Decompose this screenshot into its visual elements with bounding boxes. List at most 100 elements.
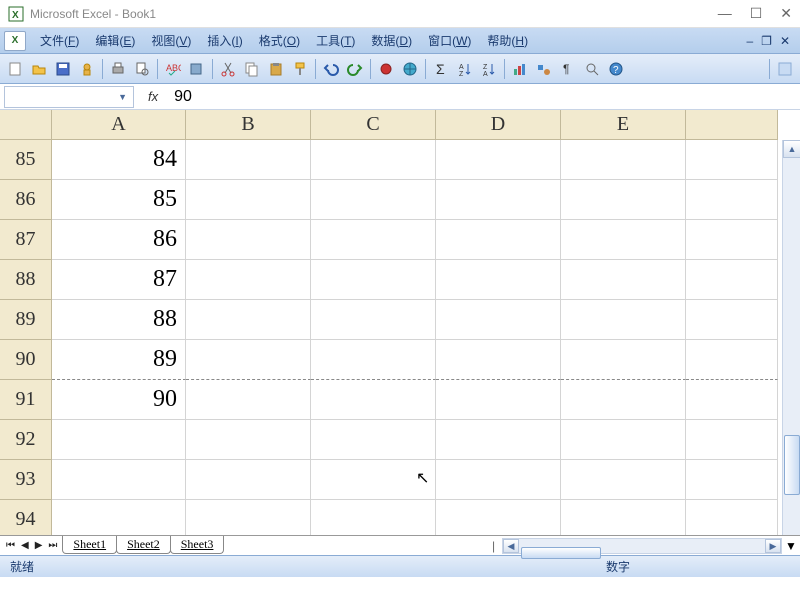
cell[interactable] [52, 420, 186, 460]
cell[interactable] [436, 140, 561, 180]
menu-help[interactable]: 帮助(H) [479, 29, 536, 52]
undo-icon[interactable] [320, 58, 342, 80]
doc-restore-button[interactable]: ❐ [761, 34, 772, 48]
cell[interactable] [311, 460, 436, 500]
name-box[interactable]: ▼ [4, 86, 134, 108]
formula-input[interactable]: 90 [168, 88, 800, 106]
minimize-button[interactable]: — [718, 5, 732, 22]
cell[interactable] [186, 140, 311, 180]
ink-icon[interactable] [375, 58, 397, 80]
name-box-dropdown-icon[interactable]: ▼ [118, 92, 127, 102]
cell[interactable] [686, 180, 778, 220]
cell[interactable] [436, 300, 561, 340]
paste-icon[interactable] [265, 58, 287, 80]
tab-last-icon[interactable]: ⏭ [48, 540, 57, 551]
research-icon[interactable] [186, 58, 208, 80]
cell[interactable] [686, 220, 778, 260]
cell[interactable] [436, 420, 561, 460]
select-all-corner[interactable] [0, 110, 52, 140]
row-header[interactable]: 86 [0, 180, 52, 220]
cell[interactable] [52, 500, 186, 535]
sort-desc-icon[interactable]: ZA [478, 58, 500, 80]
cell[interactable] [436, 340, 561, 380]
autosum-icon[interactable]: Σ [430, 58, 452, 80]
tab-next-icon[interactable]: ▶ [35, 540, 43, 551]
scroll-down-icon[interactable]: ▼ [782, 539, 800, 553]
col-header-extra[interactable] [686, 110, 778, 140]
sheet-tab-3[interactable]: Sheet3 [170, 536, 225, 554]
fx-label[interactable]: fx [138, 89, 168, 104]
cell[interactable] [311, 380, 436, 420]
horizontal-scrollbar[interactable]: ◀ ▶ [502, 538, 782, 554]
cell[interactable] [52, 460, 186, 500]
cell[interactable] [436, 380, 561, 420]
cell[interactable] [686, 420, 778, 460]
redo-icon[interactable] [344, 58, 366, 80]
cell[interactable] [561, 260, 686, 300]
cell[interactable] [311, 260, 436, 300]
menu-format[interactable]: 格式(O) [251, 29, 308, 52]
cell[interactable] [561, 340, 686, 380]
cell[interactable] [686, 500, 778, 535]
row-header[interactable]: 89 [0, 300, 52, 340]
row-header[interactable]: 94 [0, 500, 52, 535]
cell[interactable] [686, 340, 778, 380]
cell[interactable]: 89 [52, 340, 186, 380]
cell[interactable] [561, 500, 686, 535]
row-header[interactable]: 88 [0, 260, 52, 300]
cell[interactable]: 90 [52, 380, 186, 420]
cell[interactable] [311, 420, 436, 460]
cell[interactable] [186, 500, 311, 535]
menu-file[interactable]: 文件(F) [32, 29, 87, 52]
sheet-tab-2[interactable]: Sheet2 [116, 536, 171, 554]
cell[interactable] [436, 260, 561, 300]
cell[interactable] [686, 260, 778, 300]
col-header-D[interactable]: D [436, 110, 561, 140]
print-preview-icon[interactable] [131, 58, 153, 80]
cell[interactable]: 84 [52, 140, 186, 180]
toolbar-options-icon[interactable] [774, 58, 796, 80]
col-header-A[interactable]: A [52, 110, 186, 140]
menu-insert[interactable]: 插入(I) [199, 29, 250, 52]
cell[interactable]: 86 [52, 220, 186, 260]
cell[interactable] [186, 420, 311, 460]
hyperlink-icon[interactable] [399, 58, 421, 80]
hscroll-thumb[interactable] [521, 547, 601, 559]
cell[interactable] [311, 340, 436, 380]
spelling-icon[interactable]: ABC [162, 58, 184, 80]
cell[interactable] [686, 460, 778, 500]
col-header-E[interactable]: E [561, 110, 686, 140]
cell[interactable] [311, 180, 436, 220]
cell[interactable] [686, 140, 778, 180]
save-icon[interactable] [52, 58, 74, 80]
cut-icon[interactable] [217, 58, 239, 80]
sheet-tab-1[interactable]: Sheet1 [62, 536, 117, 554]
chart-wizard-icon[interactable] [509, 58, 531, 80]
cell[interactable] [686, 300, 778, 340]
print-icon[interactable] [107, 58, 129, 80]
maximize-button[interactable]: ☐ [750, 5, 763, 22]
cell[interactable] [311, 300, 436, 340]
copy-icon[interactable] [241, 58, 263, 80]
tab-prev-icon[interactable]: ◀ [21, 540, 29, 551]
cell[interactable] [186, 340, 311, 380]
cell[interactable] [561, 300, 686, 340]
permission-icon[interactable] [76, 58, 98, 80]
help-icon[interactable]: ? [605, 58, 627, 80]
col-header-C[interactable]: C [311, 110, 436, 140]
scroll-right-icon[interactable]: ▶ [765, 539, 781, 553]
zoom-icon[interactable] [581, 58, 603, 80]
menu-edit[interactable]: 编辑(E) [87, 29, 143, 52]
row-header[interactable]: 91 [0, 380, 52, 420]
cell[interactable] [186, 300, 311, 340]
row-header[interactable]: 85 [0, 140, 52, 180]
cell[interactable] [186, 380, 311, 420]
row-header[interactable]: 87 [0, 220, 52, 260]
close-button[interactable]: ✕ [780, 5, 792, 22]
col-header-B[interactable]: B [186, 110, 311, 140]
scroll-up-icon[interactable]: ▲ [783, 140, 800, 158]
spreadsheet-grid[interactable]: ABCDE8584868587868887898890899190929394 … [0, 110, 800, 535]
menu-data[interactable]: 数据(D) [363, 29, 420, 52]
menu-window[interactable]: 窗口(W) [420, 29, 479, 52]
cell[interactable] [436, 220, 561, 260]
